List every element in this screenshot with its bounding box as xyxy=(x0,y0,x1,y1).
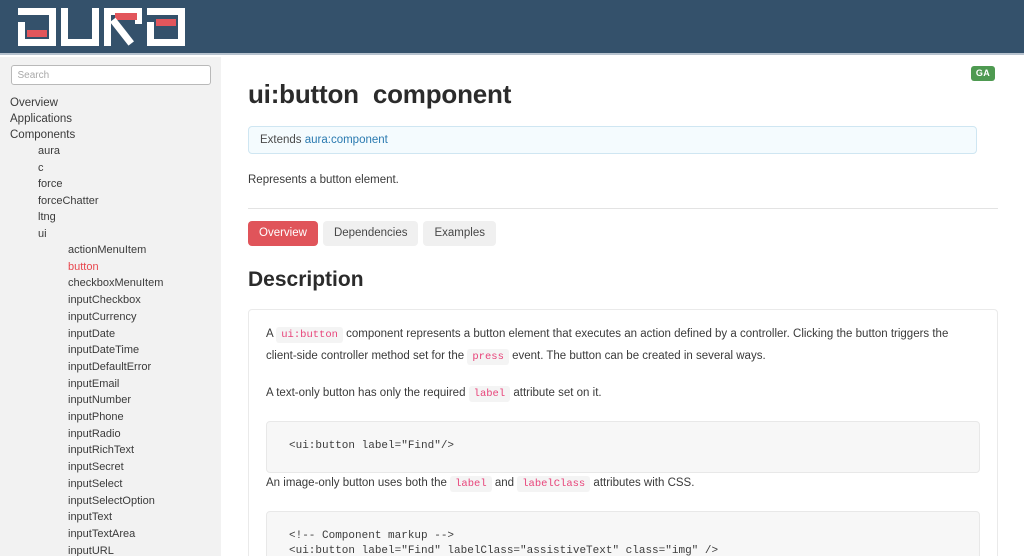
main-content: GA ui:button component Extends aura:comp… xyxy=(221,57,1024,556)
sidebar-component-actionmenuitem[interactable]: actionMenuItem xyxy=(0,242,221,259)
sidebar-component-inputradio[interactable]: inputRadio xyxy=(0,426,221,443)
sidebar-component-inputselect[interactable]: inputSelect xyxy=(0,476,221,493)
tab-bar: Overview Dependencies Examples xyxy=(248,221,997,246)
sidebar-item-components[interactable]: Components xyxy=(0,127,221,143)
p2-text-1: A text-only button has only the required xyxy=(266,387,469,400)
sidebar-namespace-ui[interactable]: ui xyxy=(0,226,221,243)
p3-text-1: An image-only button uses both the xyxy=(266,476,451,489)
sidebar-component-inputtextarea[interactable]: inputTextArea xyxy=(0,526,221,543)
inline-code-label-2: label xyxy=(450,475,492,492)
page-title: ui:button component xyxy=(248,79,512,109)
divider xyxy=(248,208,998,209)
sidebar-component-inputtext[interactable]: inputText xyxy=(0,509,221,526)
p3-text-2: and xyxy=(491,476,518,489)
sidebar-component-inputdate[interactable]: inputDate xyxy=(0,326,221,343)
extends-info-box: Extends aura:component xyxy=(248,126,977,154)
sidebar-component-inputphone[interactable]: inputPhone xyxy=(0,409,221,426)
inline-code-label: label xyxy=(468,386,511,403)
sidebar-component-inputrichtext[interactable]: inputRichText xyxy=(0,442,221,459)
sidebar-component-inputurl[interactable]: inputURL xyxy=(0,543,221,556)
sidebar-component-inputnumber[interactable]: inputNumber xyxy=(0,392,221,409)
extends-link[interactable]: aura:component xyxy=(305,134,388,146)
sidebar-item-overview[interactable]: Overview xyxy=(0,95,221,111)
code-block-image-only-button: <!-- Component markup --> <ui:button lab… xyxy=(266,510,980,556)
sidebar-component-inputsecret[interactable]: inputSecret xyxy=(0,459,221,476)
status-badge: GA xyxy=(970,66,995,81)
sidebar-component-checkboxmenuitem[interactable]: checkboxMenuItem xyxy=(0,275,221,292)
description-panel: A ui:button component represents a butto… xyxy=(248,309,998,556)
aura-logo[interactable] xyxy=(18,8,185,46)
sidebar-component-button[interactable]: button xyxy=(0,259,221,276)
sidebar-component-inputcurrency[interactable]: inputCurrency xyxy=(0,309,221,326)
sidebar-namespace-aura[interactable]: aura xyxy=(0,143,221,160)
sidebar-component-inputcheckbox[interactable]: inputCheckbox xyxy=(0,292,221,309)
logo-letter-u xyxy=(61,8,99,46)
section-title-description: Description xyxy=(248,268,364,291)
sidebar: Overview Applications Components aura c … xyxy=(0,57,221,556)
p2-text-2: attribute set on it. xyxy=(510,387,602,400)
logo-letter-a2 xyxy=(147,8,185,46)
search-input[interactable] xyxy=(10,65,211,85)
description-paragraph-1: A ui:button component represents a butto… xyxy=(266,324,980,368)
intro-text: Represents a button element. xyxy=(248,174,399,186)
tab-overview[interactable]: Overview xyxy=(248,221,318,246)
sidebar-component-inputdatetime[interactable]: inputDateTime xyxy=(0,342,221,359)
p1-text-1: A xyxy=(266,328,277,341)
sidebar-component-inputdefaulterror[interactable]: inputDefaultError xyxy=(0,359,221,376)
logo-letter-a xyxy=(18,8,56,46)
p3-text-3: attributes with CSS. xyxy=(590,476,695,489)
sidebar-namespace-forcechatter[interactable]: forceChatter xyxy=(0,193,221,210)
extends-label: Extends xyxy=(260,134,305,146)
p1-text-3: event. The button can be created in seve… xyxy=(508,350,766,363)
logo-letter-r xyxy=(104,8,142,46)
sidebar-item-applications[interactable]: Applications xyxy=(0,111,221,127)
sidebar-nav: Overview Applications Components aura c … xyxy=(0,95,221,556)
tab-examples[interactable]: Examples xyxy=(423,221,496,246)
sidebar-namespace-ltng[interactable]: ltng xyxy=(0,209,221,226)
description-paragraph-2: A text-only button has only the required… xyxy=(266,383,980,405)
sidebar-namespace-force[interactable]: force xyxy=(0,176,221,193)
code-block-text-only-button: <ui:button label="Find"/> xyxy=(266,421,980,473)
sidebar-namespace-c[interactable]: c xyxy=(0,160,221,177)
sidebar-component-inputselectoption[interactable]: inputSelectOption xyxy=(0,493,221,510)
top-header-bar xyxy=(0,0,1024,55)
sidebar-component-inputemail[interactable]: inputEmail xyxy=(0,376,221,393)
description-paragraph-3: An image-only button uses both the label… xyxy=(266,473,980,495)
inline-code-labelclass: labelClass xyxy=(517,475,591,492)
tab-dependencies[interactable]: Dependencies xyxy=(322,221,419,246)
inline-code-uibutton: ui:button xyxy=(276,327,343,344)
inline-code-press: press xyxy=(467,349,509,366)
